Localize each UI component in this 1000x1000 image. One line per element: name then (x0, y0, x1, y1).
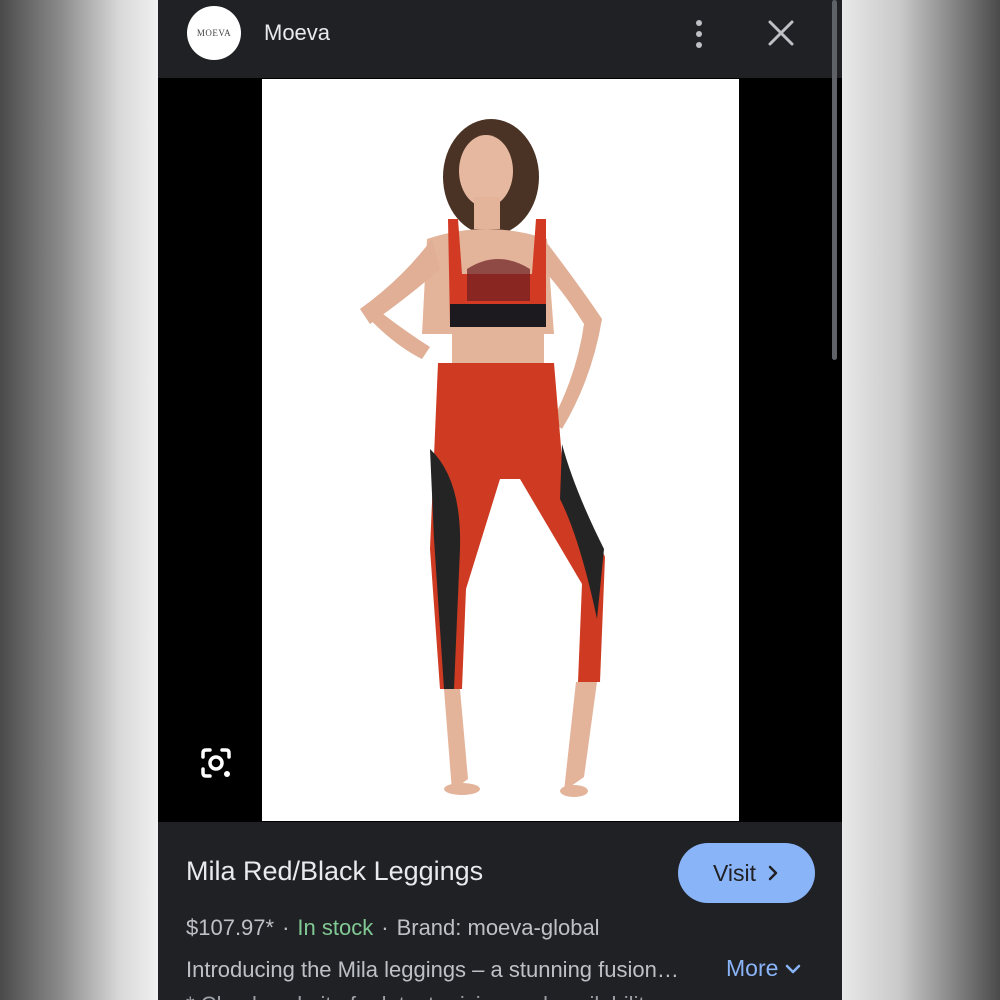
more-vertical-icon[interactable] (691, 18, 707, 50)
more-label: More (726, 955, 779, 981)
scrollbar[interactable] (832, 0, 837, 360)
chevron-down-icon (786, 964, 801, 973)
close-icon[interactable] (766, 18, 796, 48)
visit-label: Visit (712, 859, 757, 886)
site-logo[interactable]: MOEVA (187, 6, 241, 60)
product-price: $107.97* (186, 915, 275, 940)
product-description: Introducing the Mila leggings – a stunni… (186, 957, 679, 982)
stock-status: In stock (297, 915, 374, 940)
product-meta: $107.97* · In stock · Brand: moeva-global (186, 915, 600, 940)
product-brand: Brand: moeva-global (396, 915, 600, 940)
pricing-disclaimer: * Check website for latest pricing and a… (186, 992, 656, 1000)
chevron-right-icon (768, 865, 778, 881)
visit-button[interactable]: Visit (678, 843, 815, 903)
product-title[interactable]: Mila Red/Black Leggings (186, 856, 483, 887)
product-info-panel: Mila Red/Black Leggings Visit $107.97* · I… (158, 822, 842, 1000)
image-preview-area (158, 78, 842, 822)
site-name[interactable]: Moeva (264, 20, 330, 46)
product-image[interactable] (262, 79, 739, 821)
more-button[interactable]: More (726, 955, 802, 982)
google-lens-icon[interactable] (198, 745, 234, 781)
image-viewer-panel: MOEVA Moeva Mila Red/Black Leggings Visi… (158, 0, 842, 1000)
viewer-header: MOEVA Moeva (158, 0, 842, 78)
